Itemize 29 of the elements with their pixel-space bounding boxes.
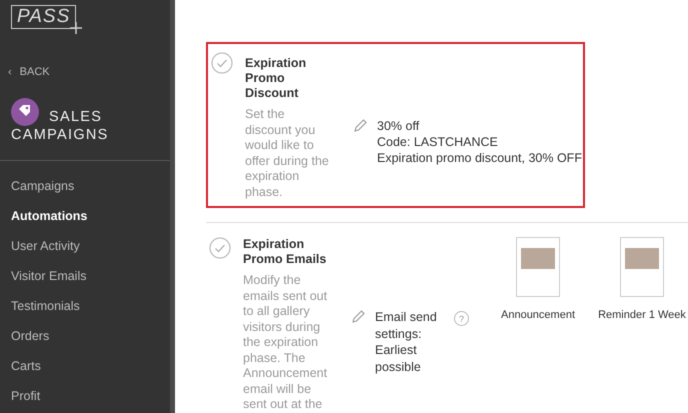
automation-title: Expiration Promo Emails — [243, 237, 328, 267]
nav-item[interactable]: Profit — [0, 381, 40, 411]
nav-item[interactable]: Orders — [0, 321, 50, 351]
nav-item[interactable]: Visitor Emails — [0, 261, 86, 291]
nav-item[interactable]: Carts — [0, 351, 41, 381]
pencil-icon[interactable] — [351, 309, 366, 324]
discount-detail: Expiration promo discount, 30% OFF — [377, 150, 582, 166]
automation-title: Expiration Promo Discount — [245, 56, 308, 101]
nav-item[interactable]: Automations — [0, 201, 88, 231]
check-circle-icon — [209, 237, 231, 259]
section-title: SALES — [49, 108, 102, 126]
nav-item[interactable]: User Activity — [0, 231, 80, 261]
nav-item[interactable]: Testimonials — [0, 291, 80, 321]
discount-detail: 30% off — [377, 118, 420, 134]
email-label: Announcement — [501, 309, 575, 321]
email-preview-icon[interactable] — [516, 237, 560, 297]
pencil-icon[interactable] — [353, 118, 368, 133]
email-label: Reminder 1 Week — [598, 309, 686, 321]
pass-logo: PASS — [11, 5, 84, 36]
section-title: CAMPAIGNS — [11, 126, 109, 144]
discount-detail: Code: LASTCHANCE — [377, 134, 499, 150]
automation-description: Modify the emails sent out to all gallery visitors during the expiration phase. The Announcement email will be sent out at the — [243, 273, 328, 412]
send-settings-text: Email send settings: Earliest possible — [375, 309, 438, 375]
tag-icon — [11, 98, 39, 126]
email-preview-icon[interactable] — [620, 237, 664, 297]
back-link[interactable]: ‹ BACK — [8, 66, 50, 78]
nav-item[interactable]: Campaigns — [0, 171, 74, 201]
check-circle-icon — [211, 52, 233, 74]
automation-description: Set the discount you would like to offer during the expiration phase. — [245, 107, 330, 200]
